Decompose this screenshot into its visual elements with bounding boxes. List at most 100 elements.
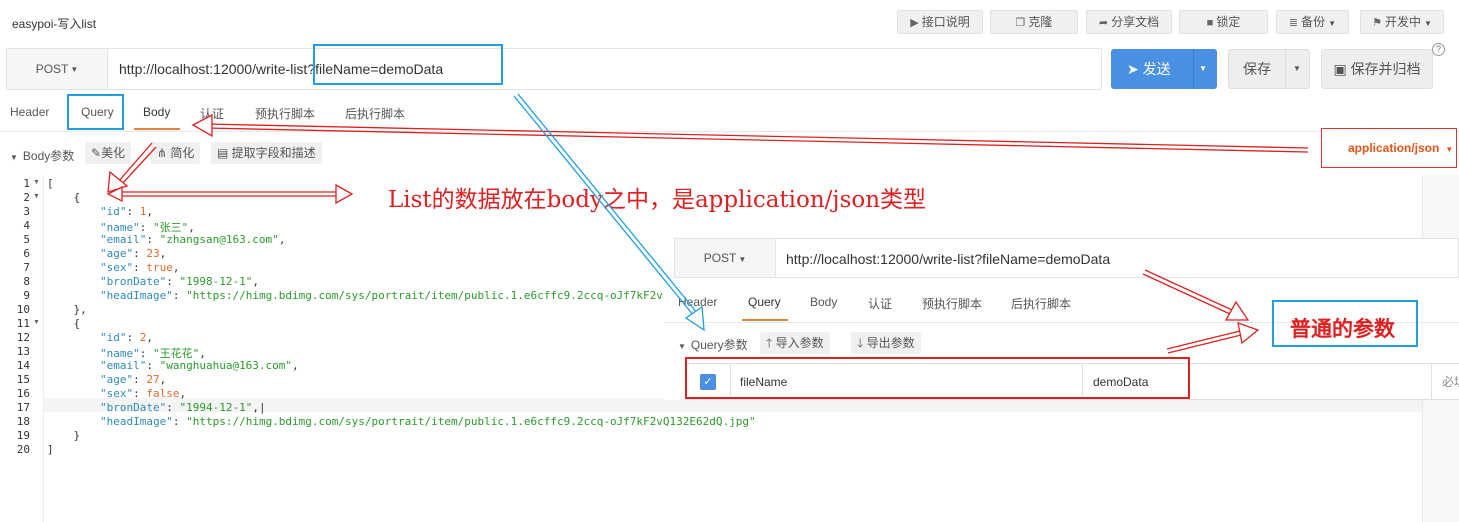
code-line: "email": "wanghuahua@163.com", <box>99 359 299 372</box>
chevron-down-icon[interactable]: ▼ <box>1199 49 1207 89</box>
chevron-down-icon: ▼ <box>1445 145 1454 154</box>
extract-fields-button[interactable]: ▤ 提取字段和描述 <box>211 142 322 164</box>
line-gutter: 1 2 3 4 5 6 7 8 9 10 11 12 13 14 15 16 1… <box>0 175 44 522</box>
code-line: "bronDate": "1994-12-1",| <box>99 401 266 414</box>
method-select[interactable]: POST ▼ <box>7 49 108 89</box>
content-type-select[interactable]: application/json ▼ <box>1321 128 1457 168</box>
overlay-tab-post-script[interactable]: 后执行脚本 <box>1011 295 1071 312</box>
code-line: { <box>47 317 81 330</box>
simplify-button[interactable]: ⋔ 简化 <box>151 142 201 164</box>
caret-down-icon: ▼ <box>678 342 686 351</box>
code-line: "sex": true, <box>99 261 180 274</box>
line-number: 4 <box>23 219 30 232</box>
line-number: 14 <box>16 359 30 372</box>
caret-down-icon: ▼ <box>10 153 18 162</box>
line-number: 16 <box>16 387 30 400</box>
active-tab-indicator <box>134 128 180 130</box>
line-number: 15 <box>16 373 30 386</box>
overlay-tab-body[interactable]: Body <box>810 295 837 309</box>
tab-body[interactable]: Body <box>143 105 170 119</box>
tab-pre-script[interactable]: 预执行脚本 <box>255 105 315 122</box>
help-icon[interactable]: ? <box>1432 43 1445 56</box>
save-button[interactable]: 保存 ▼ <box>1228 49 1310 89</box>
share-doc-button[interactable]: ➦ 分享文档 <box>1086 10 1172 34</box>
fold-icon[interactable]: ▼ <box>33 179 40 186</box>
body-note-text: List的数据放在body之中，是application/json类型 <box>388 187 927 213</box>
code-line: "sex": false, <box>99 387 187 400</box>
code-line: "bronDate": "1998-12-1", <box>99 275 259 288</box>
line-number: 19 <box>16 429 30 442</box>
arrow-up-icon: 🡑 <box>766 336 776 350</box>
param-required-cell[interactable]: 必填 <box>1442 364 1459 400</box>
line-number: 9 <box>23 289 30 302</box>
line-number: 13 <box>16 345 30 358</box>
query-note-text: 普通的参数 <box>1290 316 1395 341</box>
body-params-toggle[interactable]: ▼ Body参数 <box>10 147 74 164</box>
code-line: "headImage": "https://himg.bdimg.com/sys… <box>99 415 756 428</box>
code-line: }, <box>47 303 87 316</box>
database-icon: ≣ <box>1288 17 1299 29</box>
line-number: 8 <box>23 275 30 288</box>
line-number: 2 <box>23 191 30 204</box>
share-icon: ➦ <box>1098 17 1109 29</box>
copy-icon: ❐ <box>1015 17 1026 29</box>
query-params-toggle[interactable]: ▼ Query参数 <box>678 336 748 353</box>
line-number: 7 <box>23 261 30 274</box>
send-button[interactable]: ➤ 发送 ▼ <box>1111 49 1217 89</box>
lock-icon: ■ <box>1206 17 1214 29</box>
arrow-down-icon: 🡓 <box>857 336 867 350</box>
api-doc-button[interactable]: ▶ 接口说明 <box>897 10 983 34</box>
code-line: "age": 27, <box>99 373 167 386</box>
code-line: "headImage": "https://himg.bdimg.com/sys… <box>99 289 663 302</box>
overlay-method-select[interactable]: POST ▼ <box>675 239 776 277</box>
overlay-url-input[interactable]: http://localhost:12000/write-list?fileNa… <box>786 239 1110 279</box>
tab-post-script[interactable]: 后执行脚本 <box>345 105 405 122</box>
line-number: 11 <box>16 317 30 330</box>
chevron-down-icon: ▼ <box>1328 19 1337 28</box>
query-tab-highlight-box <box>67 94 124 130</box>
status-dropdown[interactable]: ⚑ 开发中 ▼ <box>1360 10 1444 34</box>
tab-header[interactable]: Header <box>10 105 49 119</box>
overlay-tab-query[interactable]: Query <box>748 295 781 309</box>
code-line: { <box>47 191 81 204</box>
tab-auth[interactable]: 认证 <box>200 105 224 122</box>
code-line: "id": 2, <box>99 331 153 344</box>
fold-icon[interactable]: ▼ <box>33 319 40 326</box>
overlay-active-tab-indicator <box>742 319 788 321</box>
overlay-request-bar: POST ▼ http://localhost:12000/write-list?… <box>674 238 1459 278</box>
archive-icon: ▣ <box>1333 61 1351 77</box>
overlay-tab-pre-script[interactable]: 预执行脚本 <box>922 295 982 312</box>
top-bar: easypoi-写入list ▶ 接口说明 ❐ 克隆 ➦ 分享文档 ■ 锁定 ≣ 备份 ▼ … <box>0 0 1459 44</box>
code-line: "id": 1, <box>99 205 153 218</box>
backup-dropdown[interactable]: ≣ 备份 ▼ <box>1276 10 1349 34</box>
clone-button[interactable]: ❐ 克隆 <box>990 10 1078 34</box>
chevron-down-icon: ▼ <box>738 255 747 264</box>
line-number: 3 <box>23 205 30 218</box>
import-params-button[interactable]: 🡑 导入参数 <box>760 332 830 354</box>
chevron-down-icon: ▼ <box>1423 19 1432 28</box>
url-param-highlight-box <box>313 44 503 85</box>
code-line: "age": 23, <box>99 247 167 260</box>
beautify-button[interactable]: ✎美化 <box>85 142 132 164</box>
line-number: 10 <box>16 303 30 316</box>
chevron-down-icon[interactable]: ▼ <box>1293 50 1301 88</box>
document-icon: ▤ <box>217 146 232 160</box>
code-line: "email": "zhangsan@163.com", <box>99 233 286 246</box>
chevron-down-icon: ▼ <box>70 65 79 74</box>
line-number: 6 <box>23 247 30 260</box>
overlay-tab-header[interactable]: Header <box>678 295 717 309</box>
code-line: } <box>47 429 81 442</box>
param-row-highlight-box <box>685 357 1190 399</box>
code-line: ] <box>47 443 54 456</box>
tabs-divider <box>0 131 1459 132</box>
app-title: easypoi-写入list <box>12 17 97 31</box>
export-params-button[interactable]: 🡓 导出参数 <box>851 332 921 354</box>
fold-icon[interactable]: ▼ <box>33 193 40 200</box>
play-icon: ▶ <box>910 17 919 29</box>
overlay-tab-auth[interactable]: 认证 <box>868 295 892 312</box>
lock-button[interactable]: ■ 锁定 <box>1179 10 1268 34</box>
line-number: 18 <box>16 415 30 428</box>
save-archive-button[interactable]: ▣ 保存并归档 <box>1321 49 1433 89</box>
pen-icon: ✎ <box>91 146 102 160</box>
line-number: 12 <box>16 331 30 344</box>
